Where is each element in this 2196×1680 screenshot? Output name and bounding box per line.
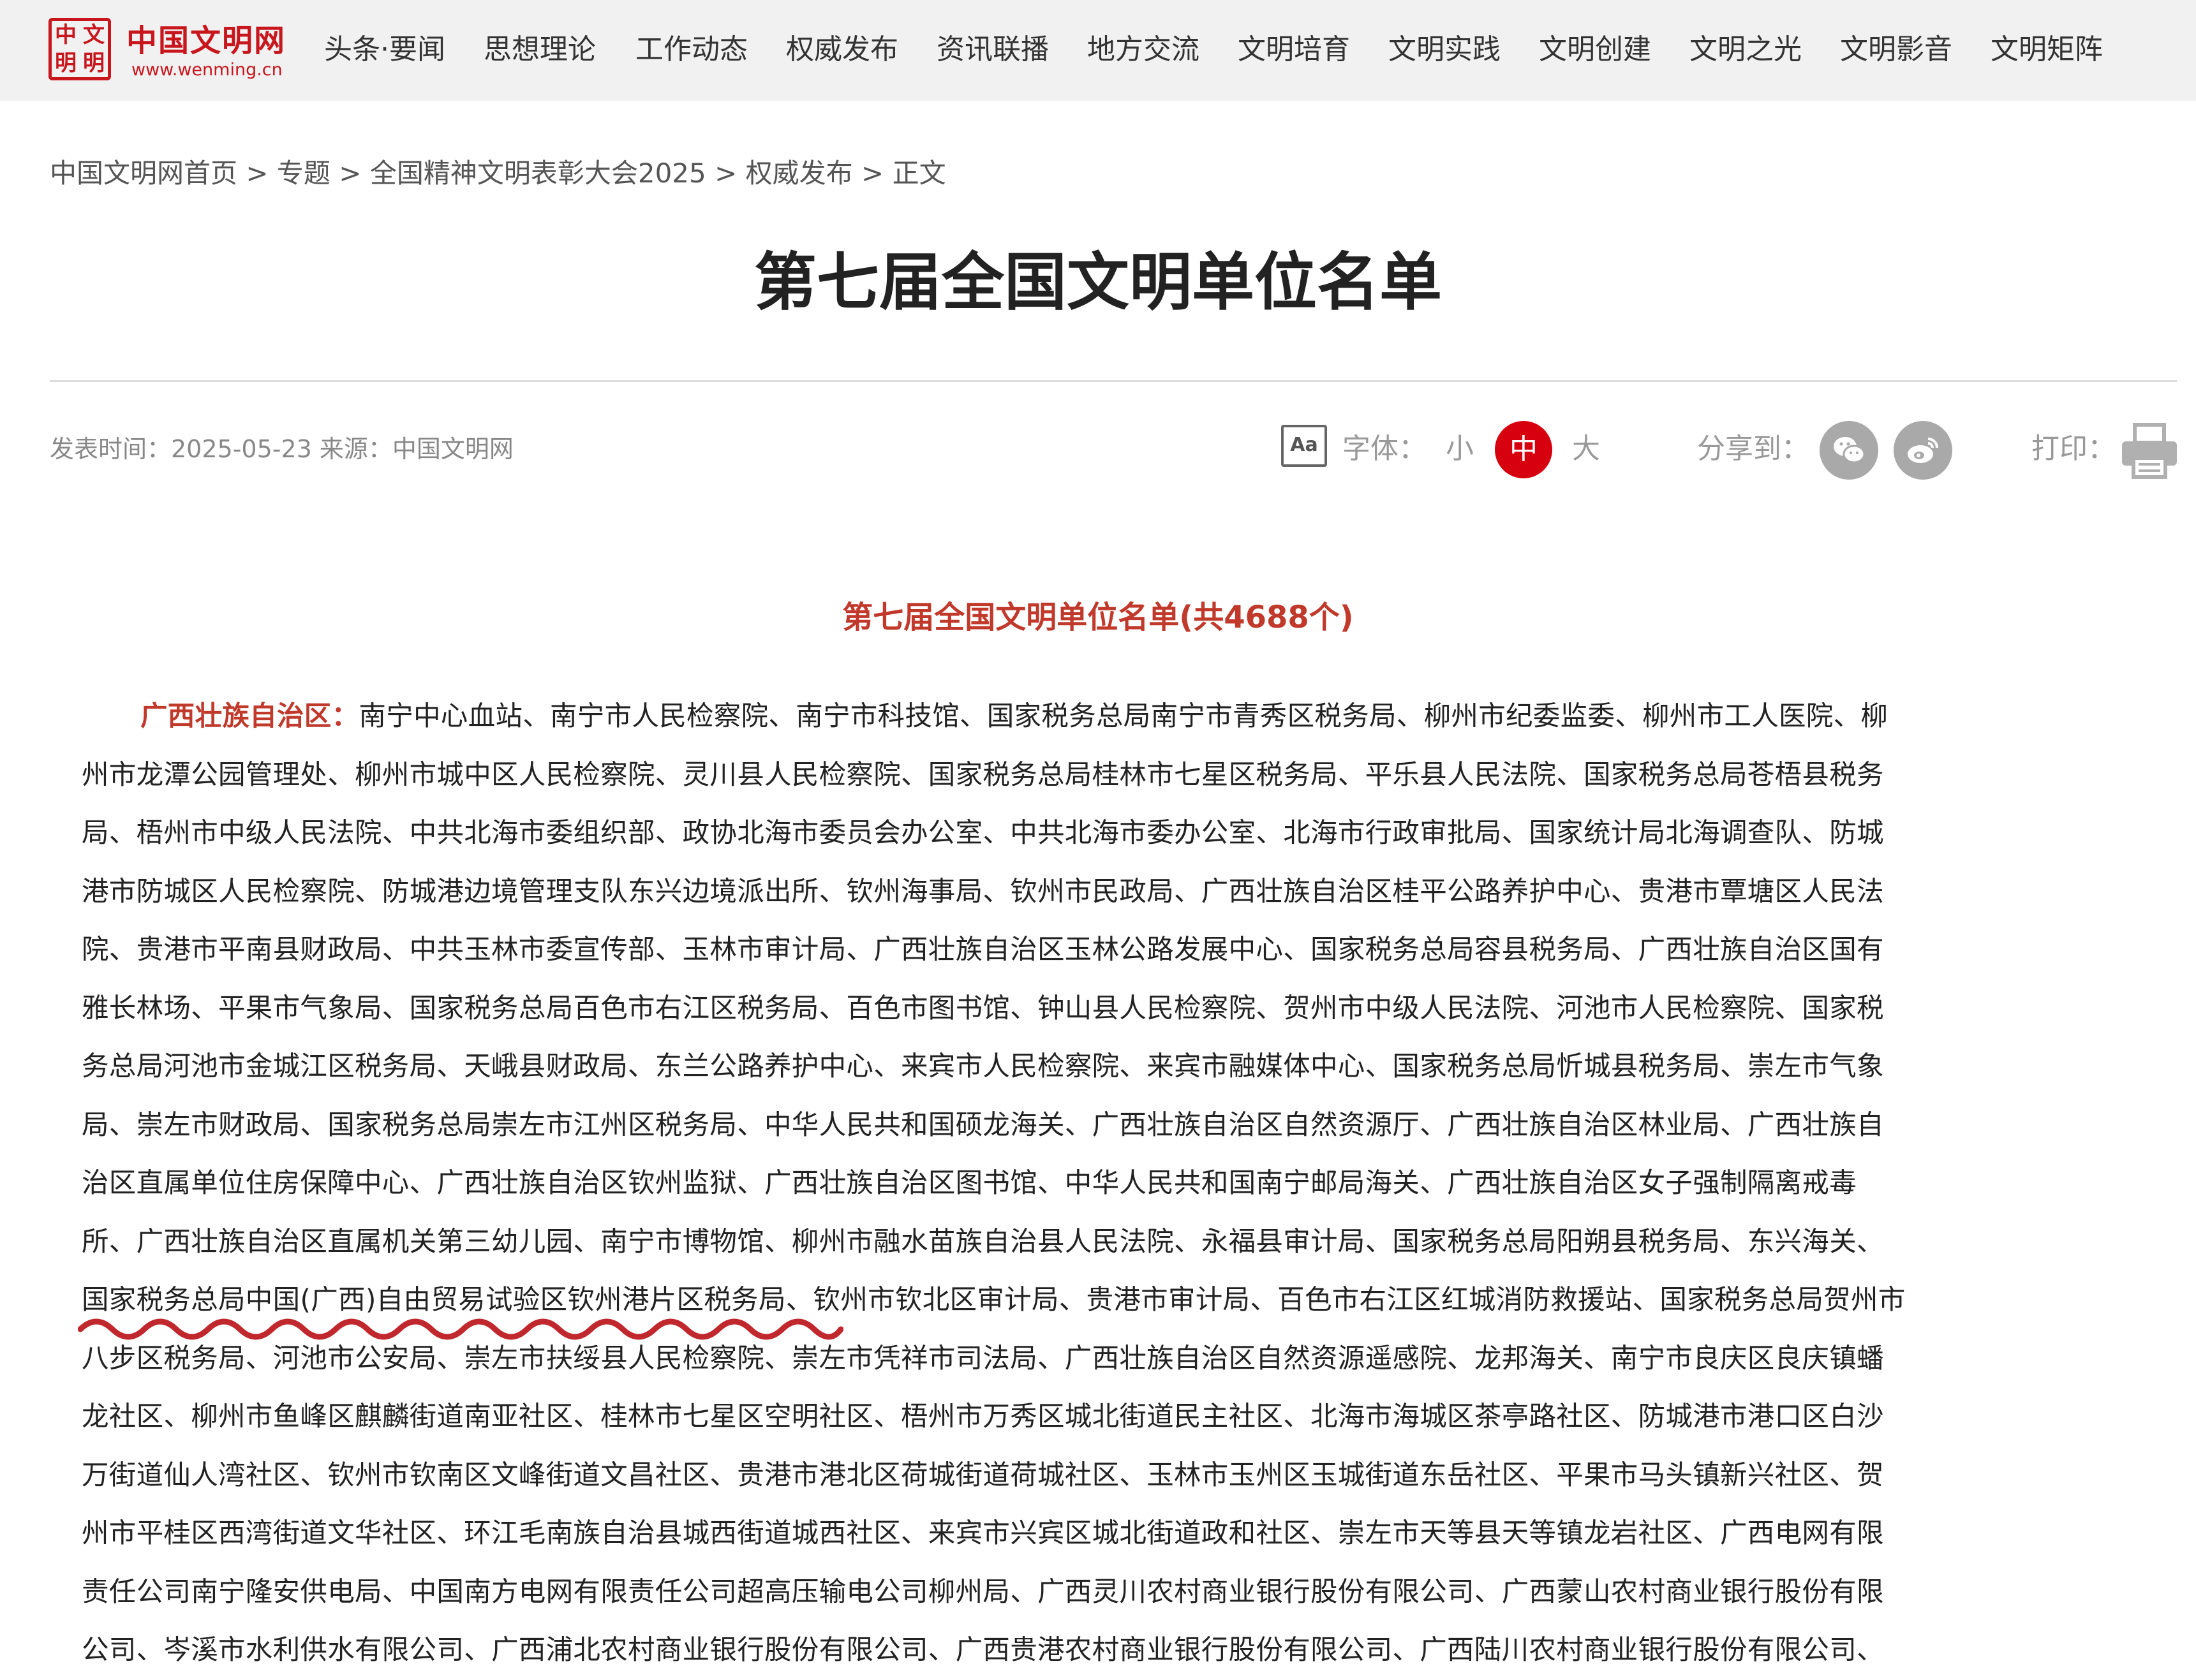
- logo-seal-char: 明: [83, 50, 105, 76]
- page-title: 第七届全国文明单位名单: [753, 246, 1442, 319]
- nav-item-theory[interactable]: 思想理论: [484, 29, 596, 70]
- article-line: 公司、岑溪市水利供水有限公司、广西浦北农村商业银行股份有限公司、广西贵港农村商业…: [82, 1635, 1884, 1666]
- print-button[interactable]: [2119, 422, 2179, 480]
- breadcrumb: 中国文明网首页 > 专题 > 全国精神文明表彰大会2025 > 权威发布 > 正…: [50, 154, 946, 193]
- site-logo[interactable]: 中 文 明 明 中国文明网 www.wenming.cn: [48, 15, 291, 85]
- share-wechat-button[interactable]: [1820, 421, 1878, 480]
- print-icon: [2122, 423, 2177, 479]
- article-line: 广西壮族自治区：南宁中心血站、南宁市人民检察院、南宁市科技馆、国家税务总局南宁市…: [82, 688, 2034, 746]
- article-line: 治区直属单位住房保障中心、广西壮族自治区钦州监狱、广西壮族自治区图书馆、中华人民…: [82, 1168, 1857, 1199]
- article-line: 万街道仙人湾社区、钦州市钦南区文峰街道文昌社区、贵港市港北区荷城街道荷城社区、玉…: [82, 1459, 1884, 1491]
- article-line: 港市防城区人民检察院、防城港边境管理支队东兴边境派出所、钦州海事局、钦州市民政局…: [82, 876, 1884, 908]
- logo-url: www.wenming.cn: [131, 60, 283, 80]
- logo-seal-char: 明: [55, 50, 77, 76]
- wechat-icon: [1834, 437, 1866, 464]
- article-line: 龙社区、柳州市鱼峰区麒麟街道南亚社区、桂林市七星区空明社区、梧州市万秀区城北街道…: [82, 1401, 1884, 1433]
- article-tools: Aa 字体： 小 中 大 分享到： 打印：: [0, 417, 2196, 481]
- share-weibo-button[interactable]: [1894, 421, 1952, 480]
- article-line: 局、崇左市财政局、国家税务总局崇左市江州区税务局、中华人民共和国硕龙海关、广西壮…: [82, 1109, 1884, 1141]
- breadcrumb-current: 正文: [892, 158, 946, 189]
- list-heading: 第七届全国文明单位名单(共4688个): [842, 600, 1354, 635]
- font-size-medium-option[interactable]: 中: [1495, 421, 1552, 478]
- article-line-text: 南宁中心血站、南宁市人民检察院、南宁市科技馆、国家税务总局南宁市青秀区税务局、柳…: [359, 701, 1888, 732]
- print-label: 打印：: [2031, 432, 2116, 465]
- logo-title: 中国文明网: [126, 23, 286, 59]
- breadcrumb-topics[interactable]: 专题: [277, 158, 330, 189]
- article-line: 州市平桂区西湾街道文华社区、环江毛南族自治县城西街道城西社区、来宾市兴宾区城北街…: [82, 1518, 1884, 1549]
- nav-item-creation[interactable]: 文明创建: [1539, 29, 1651, 70]
- wavy-underline-annotation: [78, 1318, 843, 1340]
- font-size-icon: Aa: [1281, 425, 1327, 467]
- breadcrumb-conference[interactable]: 全国精神文明表彰大会2025: [370, 158, 706, 189]
- font-size-small-option[interactable]: 小: [1446, 431, 1474, 467]
- article-line: 院、贵港市平南县财政局、中共玉林市委宣传部、玉林市审计局、广西壮族自治区玉林公路…: [82, 934, 1884, 966]
- region-label: 广西壮族自治区：: [140, 701, 359, 732]
- font-size-label: 字体：: [1342, 432, 1427, 465]
- logo-seal-char: 文: [83, 22, 105, 48]
- nav-item-cultivation[interactable]: 文明培育: [1238, 29, 1350, 70]
- article-line: 州市龙潭公园管理处、柳州市城中区人民检察院、灵川县人民检察院、国家税务总局桂林市…: [82, 759, 1884, 791]
- breadcrumb-separator: >: [237, 158, 277, 189]
- breadcrumb-official-releases[interactable]: 权威发布: [746, 158, 853, 189]
- nav-item-official-releases[interactable]: 权威发布: [786, 29, 898, 70]
- nav-item-media[interactable]: 文明影音: [1840, 29, 1952, 70]
- breadcrumb-separator: >: [330, 158, 370, 189]
- article-line: 局、梧州市中级人民法院、中共北海市委组织部、政协北海市委员会办公室、中共北海市委…: [82, 818, 1884, 849]
- nav-item-practice[interactable]: 文明实践: [1388, 29, 1501, 70]
- breadcrumb-separator: >: [706, 158, 746, 189]
- nav-item-headlines[interactable]: 头条·要闻: [324, 29, 445, 70]
- nav-item-matrix[interactable]: 文明矩阵: [1991, 29, 2103, 70]
- weibo-icon: [1908, 438, 1938, 463]
- nav-item-light[interactable]: 文明之光: [1689, 29, 1802, 70]
- logo-seal-icon: 中 文 明 明: [48, 18, 111, 80]
- nav-item-news[interactable]: 资讯联播: [937, 29, 1049, 70]
- article-line: 所、广西壮族自治区直属机关第三幼儿园、南宁市博物馆、柳州市融水苗族自治县人民法院…: [82, 1226, 1884, 1258]
- article-paragraph: 广西壮族自治区：南宁中心血站、南宁市人民检察院、南宁市科技馆、国家税务总局南宁市…: [82, 688, 2034, 1680]
- logo-seal-char: 中: [55, 22, 77, 48]
- title-divider: [50, 380, 2177, 382]
- share-label: 分享到：: [1697, 432, 1809, 465]
- breadcrumb-separator: >: [852, 158, 893, 189]
- font-size-large-option[interactable]: 大: [1572, 431, 1600, 467]
- nav-item-local-exchange[interactable]: 地方交流: [1087, 29, 1199, 70]
- nav-item-work-updates[interactable]: 工作动态: [635, 29, 748, 70]
- article-line: 雅长林场、平果市气象局、国家税务总局百色市右江区税务局、百色市图书馆、钟山县人民…: [82, 992, 1884, 1024]
- top-nav-bar: 中 文 明 明 中国文明网 www.wenming.cn 头条·要闻 思想理论 …: [0, 0, 2196, 101]
- article-line: 责任公司南宁隆安供电局、中国南方电网有限责任公司超高压输电公司柳州局、广西灵川农…: [82, 1576, 1884, 1608]
- breadcrumb-home[interactable]: 中国文明网首页: [50, 158, 237, 189]
- article-line: 务总局河池市金城江区税务局、天峨县财政局、东兰公路养护中心、来宾市人民检察院、来…: [82, 1051, 1884, 1082]
